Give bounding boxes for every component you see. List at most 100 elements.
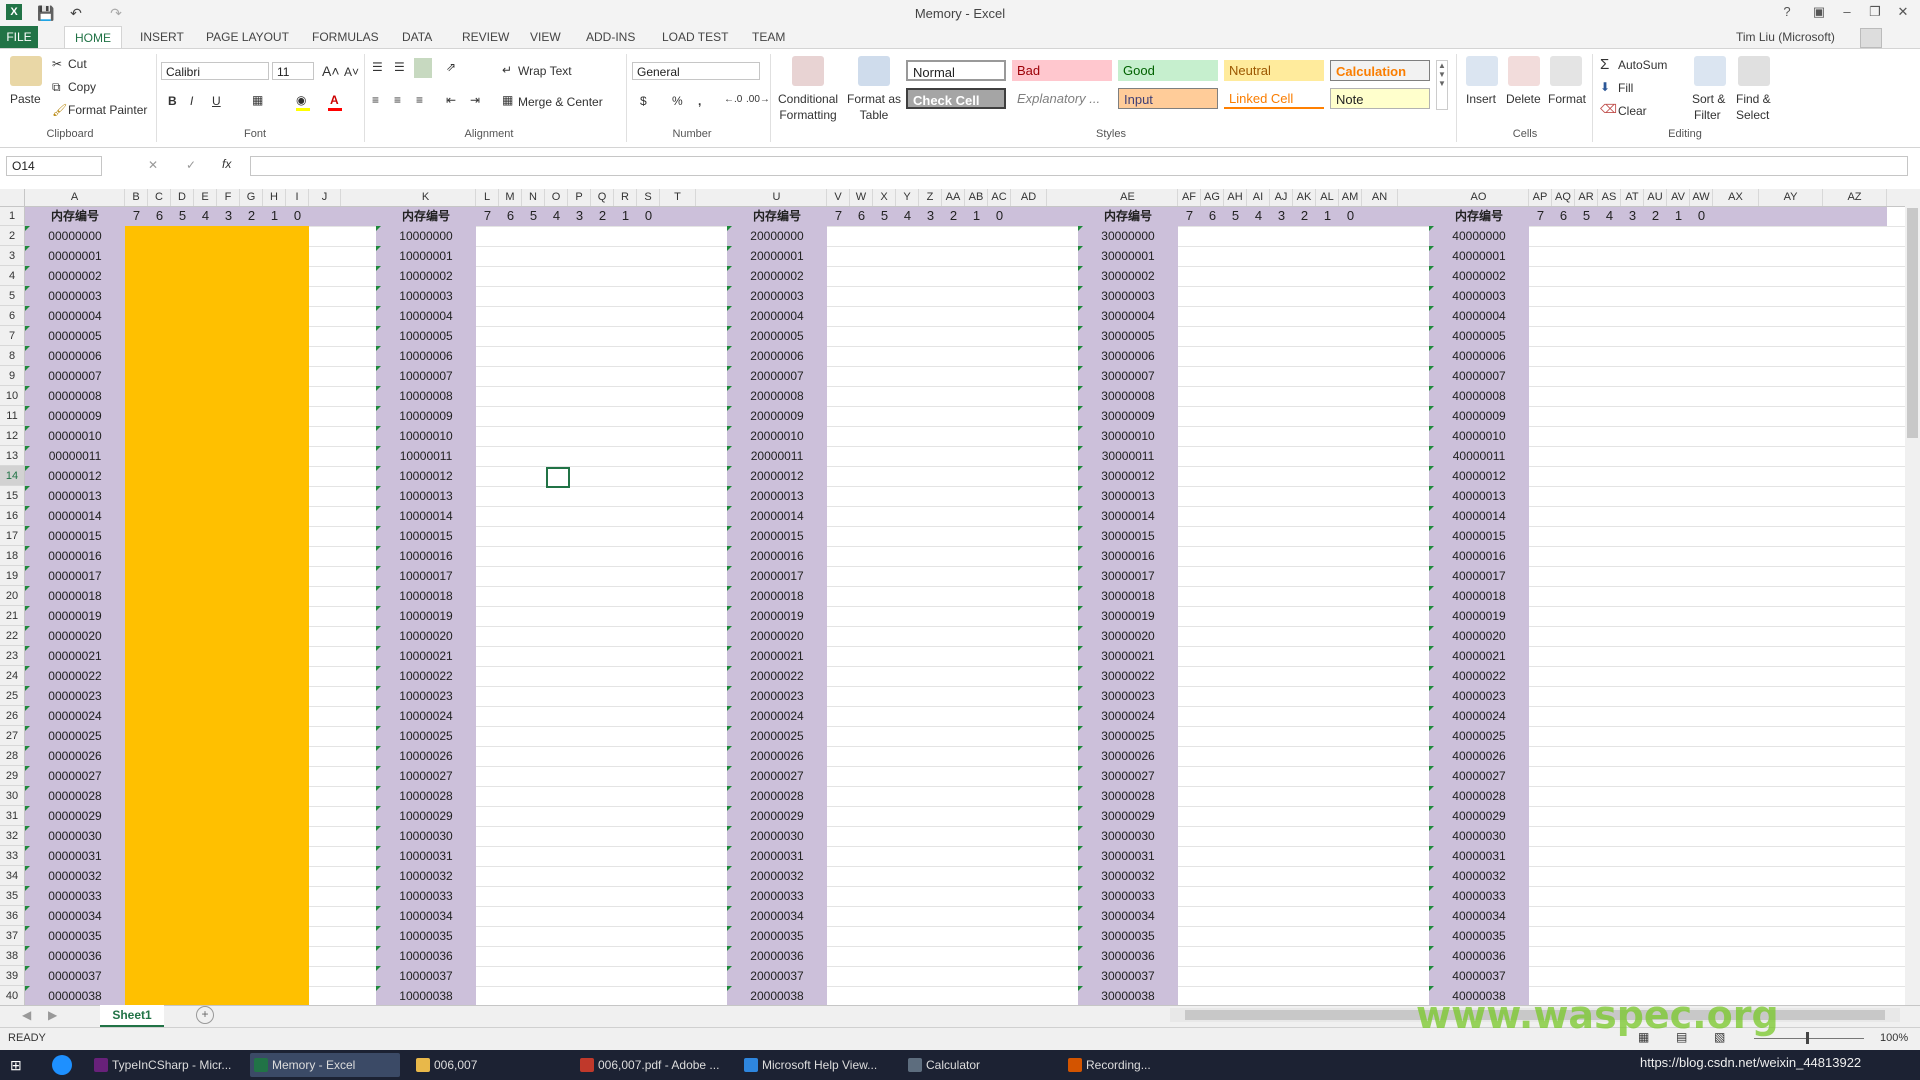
memory-address-cell[interactable]: 20000036 — [727, 946, 827, 966]
styles-gallery-more-icon[interactable]: ▲ ▼ ▼ — [1436, 60, 1448, 110]
delete-cells-icon[interactable] — [1508, 56, 1540, 86]
sheet-next-icon[interactable]: ▶ — [48, 1008, 57, 1022]
memory-address-cell[interactable]: 10000016 — [376, 546, 476, 566]
format-cells-button[interactable]: Format — [1548, 92, 1586, 106]
memory-address-cell[interactable]: 00000001 — [25, 246, 125, 266]
conditional-formatting-button-line2[interactable]: Formatting — [772, 108, 844, 122]
memory-address-cell[interactable]: 20000021 — [727, 646, 827, 666]
sort-filter-button-line2[interactable]: Filter — [1694, 108, 1721, 122]
memory-address-cell[interactable]: 40000013 — [1429, 486, 1529, 506]
conditional-formatting-button-line1[interactable]: Conditional — [778, 92, 838, 106]
memory-address-cell[interactable]: 20000006 — [727, 346, 827, 366]
font-color-icon[interactable]: A — [330, 93, 339, 107]
memory-address-cell[interactable]: 40000004 — [1429, 306, 1529, 326]
conditional-formatting-icon[interactable] — [792, 56, 824, 86]
memory-address-cell[interactable]: 20000012 — [727, 466, 827, 486]
style-normal[interactable]: Normal — [906, 60, 1006, 81]
memory-address-cell[interactable]: 00000032 — [25, 866, 125, 886]
memory-address-cell[interactable]: 40000025 — [1429, 726, 1529, 746]
column-header[interactable]: B — [125, 189, 148, 206]
memory-address-cell[interactable]: 30000005 — [1078, 326, 1178, 346]
column-header[interactable]: N — [522, 189, 545, 206]
taskbar-item[interactable]: Recording... — [1064, 1053, 1214, 1077]
memory-address-cell[interactable]: 30000010 — [1078, 426, 1178, 446]
memory-address-cell[interactable]: 20000035 — [727, 926, 827, 946]
column-header[interactable]: Q — [591, 189, 614, 206]
autosum-icon[interactable]: Σ — [1600, 56, 1609, 73]
memory-address-cell[interactable]: 00000008 — [25, 386, 125, 406]
memory-address-cell[interactable]: 40000036 — [1429, 946, 1529, 966]
memory-address-cell[interactable]: 10000038 — [376, 986, 476, 1005]
format-cells-icon[interactable] — [1550, 56, 1582, 86]
memory-address-cell[interactable]: 20000000 — [727, 226, 827, 246]
font-name-select[interactable]: Calibri — [161, 62, 269, 80]
memory-address-cell[interactable]: 10000005 — [376, 326, 476, 346]
memory-address-cell[interactable]: 30000031 — [1078, 846, 1178, 866]
taskbar-item-active[interactable]: Memory - Excel — [250, 1053, 400, 1077]
row-header[interactable]: 30 — [0, 786, 25, 806]
memory-address-cell[interactable]: 20000031 — [727, 846, 827, 866]
memory-address-cell[interactable]: 30000016 — [1078, 546, 1178, 566]
row-header[interactable]: 28 — [0, 746, 25, 766]
cut-button[interactable]: Cut — [68, 57, 87, 71]
style-calculation[interactable]: Calculation — [1330, 60, 1430, 81]
column-header[interactable]: W — [850, 189, 873, 206]
memory-address-cell[interactable]: 10000032 — [376, 866, 476, 886]
column-header[interactable]: AO — [1429, 189, 1529, 206]
tab-review[interactable]: REVIEW — [452, 26, 519, 48]
merge-center-icon[interactable]: ▦ — [502, 93, 513, 107]
insert-cells-button[interactable]: Insert — [1466, 92, 1496, 106]
memory-address-cell[interactable]: 10000025 — [376, 726, 476, 746]
column-header[interactable]: I — [286, 189, 309, 206]
memory-address-cell[interactable]: 00000033 — [25, 886, 125, 906]
restore-icon[interactable]: ❐ — [1864, 2, 1886, 22]
memory-address-cell[interactable]: 30000036 — [1078, 946, 1178, 966]
memory-address-cell[interactable]: 30000012 — [1078, 466, 1178, 486]
add-sheet-button[interactable]: + — [196, 1006, 214, 1024]
memory-address-cell[interactable]: 40000031 — [1429, 846, 1529, 866]
memory-address-cell[interactable]: 40000022 — [1429, 666, 1529, 686]
tab-add-ins[interactable]: ADD-INS — [576, 26, 645, 48]
column-header[interactable]: AW — [1690, 189, 1713, 206]
memory-address-cell[interactable]: 20000008 — [727, 386, 827, 406]
memory-address-cell[interactable]: 30000034 — [1078, 906, 1178, 926]
memory-address-cell[interactable]: 40000021 — [1429, 646, 1529, 666]
row-header[interactable]: 14 — [0, 466, 25, 486]
memory-address-cell[interactable]: 40000023 — [1429, 686, 1529, 706]
wrap-text-button[interactable]: Wrap Text — [518, 64, 572, 78]
memory-address-cell[interactable]: 20000016 — [727, 546, 827, 566]
row-header[interactable]: 5 — [0, 286, 25, 306]
row-header[interactable]: 32 — [0, 826, 25, 846]
memory-address-cell[interactable]: 00000038 — [25, 986, 125, 1005]
memory-address-cell[interactable]: 30000037 — [1078, 966, 1178, 986]
memory-address-cell[interactable]: 40000011 — [1429, 446, 1529, 466]
row-header[interactable]: 16 — [0, 506, 25, 526]
memory-address-cell[interactable]: 30000023 — [1078, 686, 1178, 706]
column-header[interactable]: P — [568, 189, 591, 206]
memory-address-cell[interactable]: 40000001 — [1429, 246, 1529, 266]
memory-address-cell[interactable]: 30000006 — [1078, 346, 1178, 366]
row-header[interactable]: 29 — [0, 766, 25, 786]
memory-address-cell[interactable]: 30000026 — [1078, 746, 1178, 766]
enter-icon[interactable]: ✓ — [186, 158, 196, 172]
clear-icon[interactable]: ⌫ — [1600, 102, 1617, 116]
column-header[interactable]: K — [376, 189, 476, 206]
column-header[interactable]: AK — [1293, 189, 1316, 206]
style-explanatory[interactable]: Explanatory ... — [1012, 88, 1112, 109]
column-header[interactable]: AN — [1362, 189, 1398, 206]
memory-address-cell[interactable]: 20000017 — [727, 566, 827, 586]
memory-address-cell[interactable]: 10000035 — [376, 926, 476, 946]
column-header[interactable]: C — [148, 189, 171, 206]
memory-address-cell[interactable]: 40000026 — [1429, 746, 1529, 766]
memory-address-cell[interactable]: 20000005 — [727, 326, 827, 346]
memory-address-cell[interactable]: 20000032 — [727, 866, 827, 886]
format-as-table-button-line2[interactable]: Table — [846, 108, 902, 122]
insert-function-icon[interactable]: fx — [222, 157, 231, 171]
memory-address-cell[interactable]: 40000017 — [1429, 566, 1529, 586]
column-header[interactable]: J — [309, 189, 341, 206]
memory-address-cell[interactable]: 10000012 — [376, 466, 476, 486]
row-header[interactable]: 39 — [0, 966, 25, 986]
memory-address-cell[interactable]: 30000009 — [1078, 406, 1178, 426]
memory-address-cell[interactable]: 10000010 — [376, 426, 476, 446]
memory-address-cell[interactable]: 00000019 — [25, 606, 125, 626]
